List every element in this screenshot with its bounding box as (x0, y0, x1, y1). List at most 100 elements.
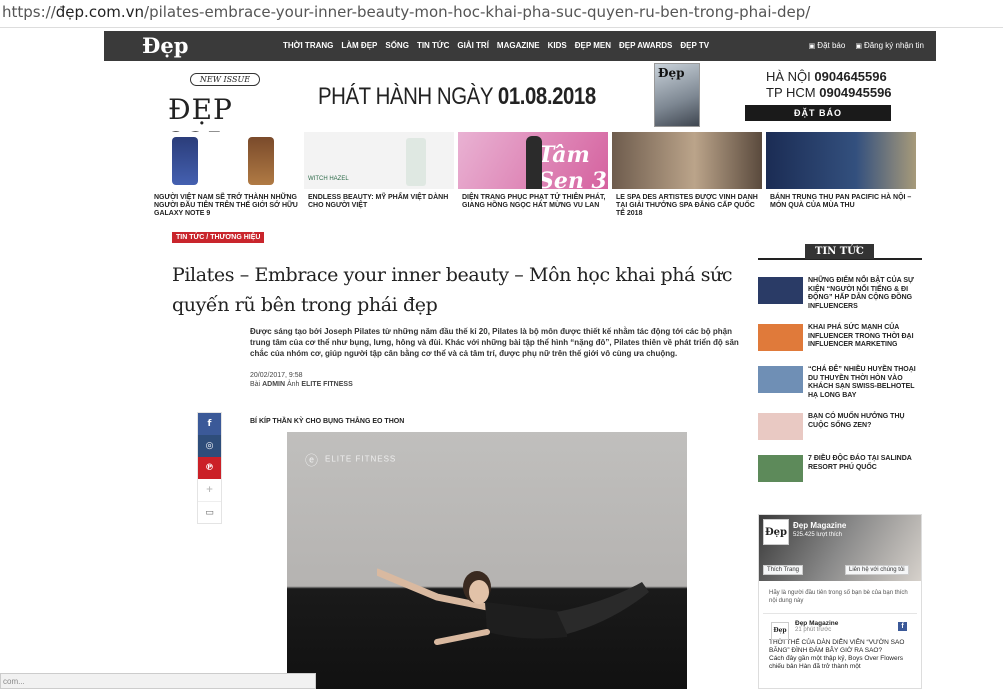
article-photo: ELITE FITNESS (287, 432, 687, 689)
comment-icon[interactable]: ▭ (198, 501, 221, 523)
url-domain: đẹp.com.vn (55, 3, 145, 21)
facebook-page-name[interactable]: Đẹp Magazine (793, 521, 846, 530)
menu-item-dep-men[interactable]: ĐẸP MEN (575, 41, 611, 50)
menu-item-lam-dep[interactable]: LÀM ĐẸP (341, 41, 377, 50)
facebook-icon: f (898, 622, 907, 631)
photo-credit: ELITE FITNESS (301, 381, 353, 388)
menu-item-thoi-trang[interactable]: THỜI TRANG (283, 41, 333, 50)
sidebar-news-item[interactable]: NHỮNG ĐIỂM NỔI BẬT CỦA SỰ KIỆN “NGƯỜI NỔ… (758, 277, 922, 311)
release-prefix: PHÁT HÀNH NGÀY (318, 83, 493, 110)
newsletter-link[interactable]: Đăng ký nhận tin (855, 41, 924, 50)
save-icon[interactable]: + (198, 479, 221, 501)
post-author[interactable]: Đẹp Magazine (795, 620, 911, 627)
news-title: “CHÁ ĐÊ” NHIỀU HUYỀN THOẠI DU THUYỀN THỜ… (808, 366, 916, 399)
subscribe-button[interactable]: ĐẶT BÁO (745, 105, 891, 121)
article-date: 20/02/2017, 9:58 (250, 372, 303, 379)
menu-item-giai-tri[interactable]: GIẢI TRÍ (457, 41, 489, 50)
pilates-figure (377, 568, 649, 645)
share-bar: f ◎ ℗ + ▭ (197, 412, 222, 524)
hcm-label: TP HCM (766, 85, 816, 100)
featured-caption: NGƯỜI VIỆT NAM SẼ TRỞ THÀNH NHỮNG NGƯỜI … (154, 194, 298, 217)
menu-item-magazine[interactable]: MAGAZINE (497, 41, 540, 50)
news-title: 7 ĐIỀU ĐỘC ĐÁO TẠI SALINDA RESORT PHÚ QU… (808, 455, 912, 471)
news-thumb (758, 413, 803, 440)
featured-caption: DIỆN TRANG PHỤC PHẠT TỬ THIÊN PHÁT, GIAN… (462, 194, 606, 209)
featured-card[interactable]: NGƯỜI VIỆT NAM SẼ TRỞ THÀNH NHỮNG NGƯỜI … (150, 132, 300, 218)
featured-thumb-text: WITCH HAZEL (308, 176, 349, 182)
hanoi-phone: 0904645596 (814, 69, 887, 84)
news-thumb (758, 455, 803, 482)
article-subheading: BÍ KÍP THẦN KỲ CHO BỤNG THẲNG EO THON (250, 418, 405, 425)
news-thumb (758, 366, 803, 393)
menu-item-song[interactable]: SỐNG (385, 41, 409, 50)
sidebar-news-item[interactable]: KHAI PHÁ SỨC MẠNH CỦA INFLUENCER TRONG T… (758, 324, 922, 351)
featured-caption: LE SPA DES ARTISTES ĐƯỢC VINH DANH TẠI G… (616, 194, 758, 217)
featured-thumb (612, 132, 762, 189)
author-label: Bài (250, 381, 261, 388)
sidebar-news-item[interactable]: BẠN CÓ MUỐN HƯỞNG THỤ CUỘC SỐNG ZEN? (758, 413, 922, 440)
facebook-note: Hãy là người đầu tiên trong số bạn bè củ… (769, 590, 908, 604)
post-text-more: Cách đây gần một thập kỷ, Boys Over Flow… (769, 655, 904, 670)
main-menu: THỜI TRANG LÀM ĐẸP SỐNG TIN TỨC GIẢI TRÍ… (283, 41, 709, 50)
featured-thumb: WITCH HAZEL (304, 132, 454, 189)
featured-thumb-text: Tâm Sen 3 (538, 142, 607, 189)
sidebar-news-item[interactable]: 7 ĐIỀU ĐỘC ĐÁO TẠI SALINDA RESORT PHÚ QU… (758, 455, 922, 482)
url-path: /pilates-embrace-your-inner-beauty-mon-h… (144, 3, 811, 21)
menu-item-dep-awards[interactable]: ĐẸP AWARDS (619, 41, 672, 50)
article-meta: 20/02/2017, 9:58 Bài ADMIN Ảnh ELITE FIT… (250, 371, 353, 389)
featured-caption: ENDLESS BEAUTY: MỸ PHẨM VIỆT DÀNH CHO NG… (308, 194, 449, 209)
facebook-post[interactable]: Đẹp f Đẹp Magazine 21 phút trước THỜI TH… (763, 613, 917, 677)
featured-strip: NGƯỜI VIỆT NAM SẼ TRỞ THÀNH NHỮNG NGƯỜI … (150, 132, 922, 218)
featured-card[interactable]: BÁNH TRUNG THU PAN PACIFIC HÀ NỘI – MÓN … (766, 132, 916, 218)
featured-caption: BÁNH TRUNG THU PAN PACIFIC HÀ NỘI – MÓN … (770, 194, 912, 209)
featured-card[interactable]: WITCH HAZEL ENDLESS BEAUTY: MỸ PHẨM VIỆT… (304, 132, 454, 218)
photo-watermark: ELITE FITNESS (305, 450, 396, 469)
facebook-page-logo: Đẹp (763, 519, 789, 545)
featured-thumb (766, 132, 916, 189)
pinterest-icon[interactable]: ℗ (198, 457, 221, 479)
subscribe-link[interactable]: Đặt báo (809, 41, 845, 50)
post-avatar: Đẹp (771, 622, 789, 640)
featured-card[interactable]: LE SPA DES ARTISTES ĐƯỢC VINH DANH TẠI G… (612, 132, 762, 218)
hotline: HÀ NỘI 0904645596 TP HCM 0904945596 (766, 69, 892, 101)
contact-button[interactable]: Liên hệ với chúng tôi (845, 565, 909, 575)
featured-thumb (150, 132, 300, 189)
article-sapo: Được sáng tạo bởi Joseph Pilates từ nhữn… (250, 327, 739, 358)
hanoi-label: HÀ NỘI (766, 69, 811, 84)
facebook-icon[interactable]: f (198, 413, 221, 435)
sidebar-heading: TIN TỨC (758, 244, 922, 260)
article-title: Pilates – Embrace your inner beauty – Mô… (172, 264, 733, 316)
new-issue-badge: NEW ISSUE (190, 73, 260, 86)
account-links: Đặt báo Đăng ký nhận tin (809, 41, 924, 50)
news-title: KHAI PHÁ SỨC MẠNH CỦA INFLUENCER TRONG T… (808, 324, 914, 348)
facebook-page-header[interactable]: Đẹp Đẹp Magazine 525.425 lượt thích Thíc… (759, 515, 921, 581)
release-date: PHÁT HÀNH NGÀY 01.08.2018 (318, 83, 596, 111)
hcm-phone: 0904945596 (819, 85, 892, 100)
menu-item-dep-tv[interactable]: ĐẸP TV (680, 41, 709, 50)
menu-item-kids[interactable]: KIDS (548, 41, 567, 50)
category-tag[interactable]: TIN TỨC / THƯƠNG HIỆU (172, 232, 265, 243)
issue-logo: NEW ISSUE ĐẸP 235 (168, 73, 280, 159)
featured-card[interactable]: Tâm Sen 3 DIỆN TRANG PHỤC PHẠT TỬ THIÊN … (458, 132, 608, 218)
post-text: THỜI THẾ CỦA DÀN DIỄN VIÊN “VƯỜN SAO BĂN… (769, 639, 905, 654)
like-page-button[interactable]: Thích Trang (763, 565, 804, 575)
address-bar[interactable]: https://đẹp.com.vn/pilates-embrace-your-… (0, 0, 1003, 28)
release-date-value: 01.08.2018 (497, 83, 596, 110)
facebook-likes: 525.425 lượt thích (793, 532, 842, 538)
news-title: NHỮNG ĐIỂM NỔI BẬT CỦA SỰ KIỆN “NGƯỜI NỔ… (808, 277, 914, 310)
url-scheme: https:// (2, 3, 56, 21)
article-author[interactable]: ADMIN (262, 381, 285, 388)
magazine-cover[interactable]: Đẹp (654, 63, 700, 127)
sidebar-news-item[interactable]: “CHÁ ĐÊ” NHIỀU HUYỀN THOẠI DU THUYỀN THỜ… (758, 366, 922, 400)
news-thumb (758, 277, 803, 304)
site-logo[interactable]: Đẹp (142, 33, 188, 58)
sidebar-heading-label[interactable]: TIN TỨC (805, 244, 874, 259)
cover-logo: Đẹp (658, 66, 685, 80)
instagram-icon[interactable]: ◎ (198, 435, 221, 457)
facebook-page-widget: Đẹp Đẹp Magazine 525.425 lượt thích Thíc… (758, 514, 922, 689)
featured-thumb: Tâm Sen 3 (458, 132, 608, 189)
photo-label: Ảnh (286, 381, 300, 388)
menu-item-tin-tuc[interactable]: TIN TỨC (417, 41, 449, 50)
news-thumb (758, 324, 803, 351)
issue-banner[interactable]: NEW ISSUE ĐẸP 235 PHÁT HÀNH NGÀY 01.08.2… (104, 61, 936, 159)
